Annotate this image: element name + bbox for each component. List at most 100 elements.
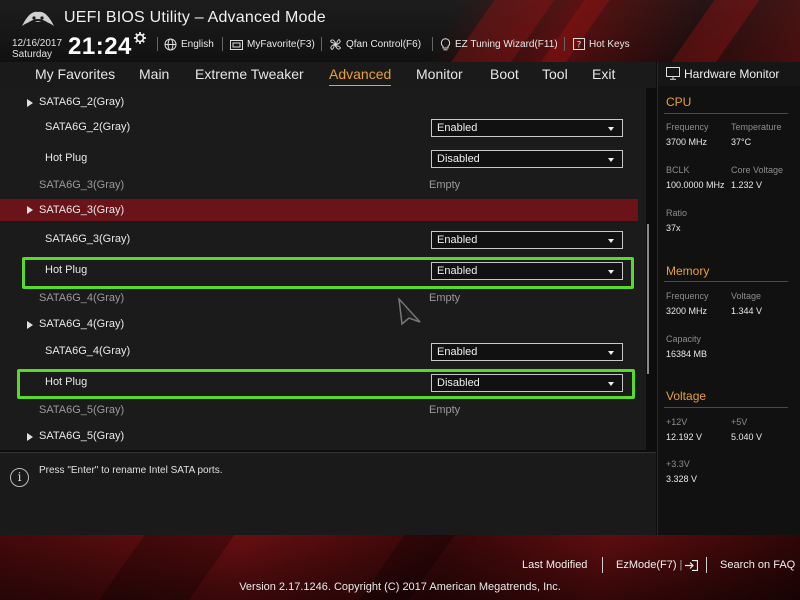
setting-row-sata6g-2: SATA6G_2(Gray) Enabled xyxy=(0,113,646,143)
sata-port-header-3[interactable]: SATA6G_3(Gray) xyxy=(0,199,638,221)
tab-advanced[interactable]: Advanced xyxy=(329,66,392,86)
lightbulb-icon xyxy=(440,37,451,50)
fan-icon xyxy=(329,38,342,50)
tab-tool[interactable]: Tool xyxy=(542,66,568,82)
info-value: Empty xyxy=(429,404,461,416)
setting-row-sata6g-3: SATA6G_3(Gray) Enabled xyxy=(0,225,646,255)
highlight-outline xyxy=(17,369,635,399)
tab-extreme-tweaker[interactable]: Extreme Tweaker xyxy=(195,66,304,82)
info-icon: i xyxy=(10,468,29,487)
last-modified-button[interactable]: Last Modified xyxy=(522,559,587,571)
rog-logo-icon xyxy=(22,11,54,26)
search-on-faq-button[interactable]: Search on FAQ xyxy=(720,559,795,571)
tab-main[interactable]: Main xyxy=(139,66,169,82)
memory-voltage-value: 1.344 V xyxy=(731,306,763,316)
qfan-control-button[interactable]: Qfan Control(F6) xyxy=(329,37,421,51)
core-voltage-value: 1.232 V xyxy=(731,180,763,190)
info-label: SATA6G_4(Gray) xyxy=(39,292,125,304)
expand-arrow-icon xyxy=(27,99,33,107)
tab-my-favorites[interactable]: My Favorites xyxy=(35,66,115,82)
select-value: Disabled xyxy=(437,153,480,165)
app-title: UEFI BIOS Utility – Advanced Mode xyxy=(64,9,326,26)
sata6g-3-select[interactable]: Enabled xyxy=(431,231,623,249)
language-button[interactable]: English xyxy=(164,37,214,51)
info-label: SATA6G_5(Gray) xyxy=(39,404,125,416)
setting-label: Hot Plug xyxy=(45,152,88,164)
info-value: Empty xyxy=(429,179,461,191)
select-value: Enabled xyxy=(437,122,478,134)
favorite-folder-icon xyxy=(230,39,243,50)
tab-monitor[interactable]: Monitor xyxy=(416,66,463,82)
v33-value: 3.328 V xyxy=(666,474,698,484)
hot-keys-button[interactable]: ? Hot Keys xyxy=(573,37,630,51)
v33-label: +3.3V xyxy=(666,459,690,469)
memory-voltage-label: Voltage xyxy=(731,291,762,301)
section-label: SATA6G_2(Gray) xyxy=(39,96,125,108)
sata-port-header-5[interactable]: SATA6G_5(Gray) xyxy=(0,422,646,450)
cpu-temperature-value: 37°C xyxy=(731,137,752,147)
cpu-temperature-label: Temperature xyxy=(731,122,782,132)
sata-port-header-4[interactable]: SATA6G_4(Gray) xyxy=(0,310,646,340)
highlight-outline xyxy=(22,257,634,289)
tab-boot[interactable]: Boot xyxy=(490,66,519,82)
select-value: Enabled xyxy=(437,234,478,246)
section-label: SATA6G_5(Gray) xyxy=(39,430,125,442)
sata6g-2-select[interactable]: Enabled xyxy=(431,119,623,137)
voltage-section-title: Voltage xyxy=(666,389,707,403)
my-favorite-label: MyFavorite(F3) xyxy=(247,38,315,50)
core-voltage-label: Core Voltage xyxy=(731,165,784,175)
memory-section-title: Memory xyxy=(666,264,710,278)
ez-mode-button[interactable]: EzMode(F7) | xyxy=(616,559,699,571)
select-value: Enabled xyxy=(437,346,478,358)
hot-plug-2-select[interactable]: Disabled xyxy=(431,150,623,168)
expand-arrow-icon xyxy=(27,321,33,329)
info-row-sata6g-3: SATA6G_3(Gray) Empty xyxy=(0,171,646,201)
info-label: SATA6G_3(Gray) xyxy=(39,179,125,191)
tab-exit[interactable]: Exit xyxy=(592,66,615,82)
bclk-label: BCLK xyxy=(666,165,690,175)
help-panel: i Press "Enter" to rename Intel SATA por… xyxy=(0,452,656,535)
caret-down-icon xyxy=(608,351,614,355)
monitor-icon xyxy=(666,67,680,80)
gear-icon[interactable] xyxy=(134,32,146,44)
ez-tuning-wizard-button[interactable]: EZ Tuning Wizard(F11) xyxy=(440,37,558,51)
bclk-value: 100.0000 MHz xyxy=(666,180,725,190)
caret-down-icon xyxy=(608,239,614,243)
setting-label: SATA6G_3(Gray) xyxy=(45,233,131,245)
svg-text:?: ? xyxy=(577,41,582,51)
hardware-monitor-panel: Hardware Monitor CPU Frequency Temperatu… xyxy=(657,62,800,535)
title-bar: UEFI BIOS Utility – Advanced Mode 12/16/… xyxy=(0,0,800,62)
footer-bar: Last Modified EzMode(F7) | Search on FAQ… xyxy=(0,535,800,600)
date-text: 12/16/2017 xyxy=(12,38,63,49)
clock: 21:24 xyxy=(68,33,132,60)
globe-icon xyxy=(164,38,177,50)
v12-value: 12.192 V xyxy=(666,432,703,442)
question-icon: ? xyxy=(573,38,585,50)
v5-label: +5V xyxy=(731,417,748,427)
setting-row-sata6g-4: SATA6G_4(Gray) Enabled xyxy=(0,337,646,367)
expand-arrow-icon xyxy=(27,433,33,441)
info-value: Empty xyxy=(429,292,461,304)
search-on-faq-label: Search on FAQ xyxy=(720,559,796,571)
ez-mode-label: EzMode(F7) xyxy=(616,559,677,571)
qfan-label: Qfan Control(F6) xyxy=(346,38,422,50)
my-favorite-button[interactable]: MyFavorite(F3) xyxy=(230,37,315,51)
day-text: Saturday xyxy=(12,49,53,60)
v12-label: +12V xyxy=(666,417,688,427)
ratio-label: Ratio xyxy=(666,208,688,218)
exit-arrow-icon xyxy=(685,559,699,571)
ratio-value: 37x xyxy=(666,223,681,233)
setting-label: SATA6G_2(Gray) xyxy=(45,121,131,133)
section-label: SATA6G_4(Gray) xyxy=(39,318,125,330)
ez-tuning-label: EZ Tuning Wizard(F11) xyxy=(455,38,558,50)
last-modified-label: Last Modified xyxy=(522,559,588,571)
memory-frequency-value: 3200 MHz xyxy=(666,306,708,316)
capacity-label: Capacity xyxy=(666,334,702,344)
mouse-cursor-icon xyxy=(398,298,421,326)
sata6g-4-select[interactable]: Enabled xyxy=(431,343,623,361)
language-label: English xyxy=(181,38,214,50)
cpu-section-title: CPU xyxy=(666,95,692,109)
scrollbar[interactable] xyxy=(647,224,649,374)
caret-down-icon xyxy=(608,127,614,131)
cpu-frequency-value: 3700 MHz xyxy=(666,137,708,147)
